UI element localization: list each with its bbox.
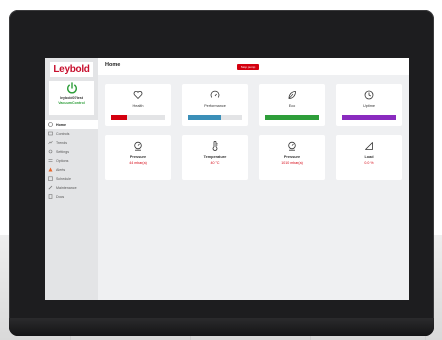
performance-bar [188, 115, 242, 120]
pressure-label: Pressure [129, 155, 147, 159]
sidebar-item-home[interactable]: Home [45, 120, 98, 129]
tablet-edge [9, 318, 434, 336]
schedule-icon [48, 176, 53, 181]
pressure-value: 1010 mbar(a) [281, 161, 303, 165]
load-label: Load [364, 155, 374, 159]
sidebar-item-label: Home [56, 122, 66, 127]
pressure-gauge-icon [288, 141, 296, 151]
health-bar [111, 115, 165, 120]
pressure-gauge-icon [134, 141, 142, 151]
options-icon [48, 159, 53, 162]
sidebar-nav: Home Controls Trends Settings Options Al… [45, 120, 98, 201]
sidebar-item-label: Schedule [56, 176, 71, 181]
eco-label: Eco [288, 104, 296, 108]
leaf-icon [288, 91, 296, 99]
alerts-icon [48, 167, 53, 172]
sidebar-item-label: Trends [56, 140, 68, 145]
home-icon [48, 122, 53, 127]
sidebar: Leybold leybold07test VacuumControl Home… [45, 58, 98, 300]
temperature-value: 40 °C [210, 161, 220, 165]
sidebar-item-label: Docs [56, 194, 65, 199]
trends-icon [48, 140, 53, 145]
eco-card[interactable]: Eco [259, 84, 325, 126]
hmi-screen: Leybold leybold07test VacuumControl Home… [45, 58, 409, 300]
pressure-card[interactable]: Pressure 1010 mbar(a) [259, 135, 325, 180]
load-value: 0.0 % [364, 161, 374, 165]
logo-text: Leybold [53, 64, 90, 75]
load-icon [365, 142, 373, 150]
sidebar-item-options[interactable]: Options [45, 156, 98, 165]
pressure-label: Pressure [283, 155, 301, 159]
settings-icon [48, 149, 53, 154]
eco-bar [265, 115, 319, 120]
health-label: Health [132, 104, 144, 108]
pressure-value: 44 mbar(a) [129, 161, 147, 165]
clock-icon [364, 90, 374, 100]
page-title: Home [105, 62, 121, 68]
sidebar-item-label: Controls [56, 131, 70, 136]
controls-icon [48, 131, 53, 136]
docs-icon [48, 194, 53, 199]
sidebar-item-alerts[interactable]: Alerts [45, 165, 98, 174]
thermometer-icon [212, 141, 218, 151]
performance-bar-fill [188, 115, 222, 120]
device-name: leybold07test [60, 96, 83, 100]
sidebar-item-label: Options [56, 158, 69, 163]
health-bar-fill [111, 115, 128, 120]
uptime-card[interactable]: Uptime [336, 84, 402, 126]
sidebar-item-trends[interactable]: Trends [45, 138, 98, 147]
temperature-label: Temperature [203, 155, 227, 159]
sidebar-item-controls[interactable]: Controls [45, 129, 98, 138]
top-bar: Home Stop pump [98, 58, 409, 75]
heart-icon [133, 90, 143, 99]
leybold-logo: Leybold [50, 62, 93, 77]
stop-pump-button[interactable]: Stop pump [237, 64, 259, 70]
sidebar-item-label: Alerts [56, 167, 66, 172]
device-model: VacuumControl [58, 100, 85, 105]
maintenance-icon [48, 185, 53, 190]
sidebar-item-docs[interactable]: Docs [45, 192, 98, 201]
load-card[interactable]: Load 0.0 % [336, 135, 402, 180]
sidebar-item-label: Settings [56, 149, 69, 154]
uptime-bar-fill [342, 115, 396, 120]
uptime-bar [342, 115, 396, 120]
power-icon [67, 82, 77, 94]
performance-label: Performance [204, 104, 226, 108]
gauge-icon [210, 90, 220, 98]
temperature-card[interactable]: Temperature 40 °C [182, 135, 248, 180]
pressure-card[interactable]: Pressure 44 mbar(a) [105, 135, 171, 180]
uptime-label: Uptime [362, 104, 376, 108]
sidebar-item-settings[interactable]: Settings [45, 147, 98, 156]
sidebar-item-maintenance[interactable]: Maintenance [45, 183, 98, 192]
performance-card[interactable]: Performance [182, 84, 248, 126]
sidebar-item-schedule[interactable]: Schedule [45, 174, 98, 183]
health-card[interactable]: Health [105, 84, 171, 126]
device-status-card: leybold07test VacuumControl [49, 81, 94, 115]
eco-bar-fill [265, 115, 319, 120]
sidebar-item-label: Maintenance [56, 185, 77, 190]
